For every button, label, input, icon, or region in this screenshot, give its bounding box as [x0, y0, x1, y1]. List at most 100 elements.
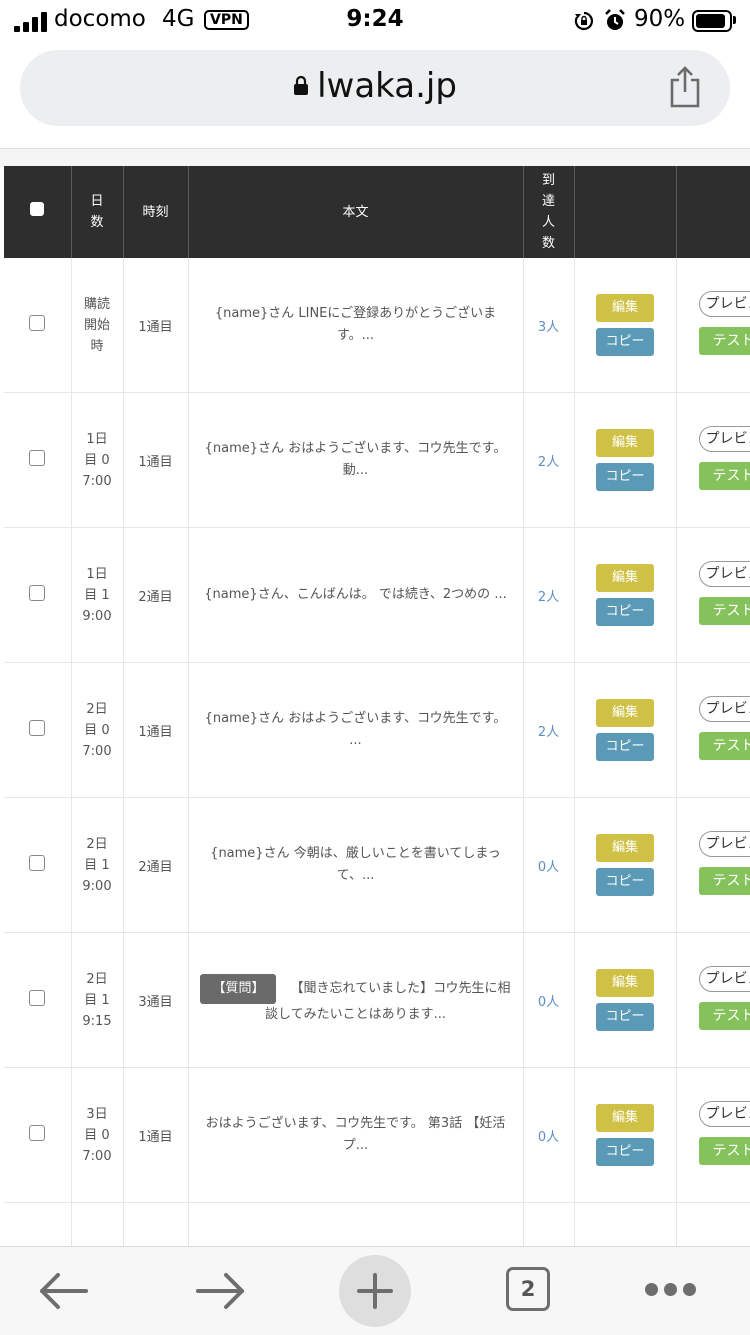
row-checkbox[interactable]: [29, 450, 45, 466]
copy-button[interactable]: コピー: [596, 733, 654, 761]
edit-button[interactable]: 編集: [596, 294, 654, 322]
row-select-cell[interactable]: [4, 663, 71, 798]
row-select-cell[interactable]: [4, 393, 71, 528]
row-checkbox[interactable]: [29, 855, 45, 871]
actions-cell-2: プレビューテスト: [676, 258, 750, 393]
test-button[interactable]: テスト: [699, 1002, 750, 1030]
question-tag: 【質問】: [200, 974, 276, 1004]
test-button[interactable]: テスト: [699, 597, 750, 625]
copy-button[interactable]: コピー: [596, 328, 654, 356]
edit-button[interactable]: 編集: [596, 969, 654, 997]
time-cell: 1通目: [123, 393, 188, 528]
table-row: 2日目 1 9:00 2通目 {name}さん 今朝は、厳しいことを書いてしまっ…: [4, 798, 750, 933]
preview-button[interactable]: プレビュー: [699, 696, 750, 722]
body-preview[interactable]: 【質問】【聞き忘れていました】コウ先生に相談してみたいことはあります...: [189, 974, 523, 1026]
reach-count[interactable]: 0人: [538, 1130, 559, 1145]
back-arrow-icon[interactable]: [36, 1269, 90, 1313]
actions-cell: 編集コピー: [574, 258, 676, 393]
day-cell: 2日目 1 9:00: [71, 798, 123, 933]
forward-arrow-icon[interactable]: [194, 1269, 248, 1313]
test-button[interactable]: テスト: [699, 327, 750, 355]
reach-count[interactable]: 0人: [538, 995, 559, 1010]
row-checkbox[interactable]: [29, 720, 45, 736]
reach-cell[interactable]: 0人: [523, 933, 574, 1068]
table-row: 2日目 0 7:00 1通目 {name}さん おはようございます、コウ先生です…: [4, 663, 750, 798]
edit-button[interactable]: 編集: [596, 834, 654, 862]
test-button[interactable]: テスト: [699, 462, 750, 490]
row-checkbox[interactable]: [29, 315, 45, 331]
reach-count[interactable]: 2人: [538, 725, 559, 740]
body-preview[interactable]: {name}さん 今朝は、厳しいことを書いてしまって、...: [189, 843, 523, 887]
header-actions-2: [676, 166, 750, 258]
body-cell[interactable]: おはようございます、コウ先生です。 第3話 【妊活プ...: [188, 1068, 523, 1203]
body-cell[interactable]: {name}さん、こんばんは。 では続き、2つめの ...: [188, 528, 523, 663]
reach-cell[interactable]: 2人: [523, 528, 574, 663]
test-button[interactable]: テスト: [699, 867, 750, 895]
body-preview[interactable]: {name}さん おはようございます、コウ先生です。 ...: [189, 708, 523, 752]
copy-button[interactable]: コピー: [596, 1138, 654, 1166]
body-cell[interactable]: {name}さん LINEにご登録ありがとうございます。...: [188, 258, 523, 393]
day-cell: 2日目 0 7:00: [71, 663, 123, 798]
reach-count[interactable]: 2人: [538, 590, 559, 605]
row-checkbox[interactable]: [29, 1125, 45, 1141]
body-preview[interactable]: {name}さん、こんばんは。 では続き、2つめの ...: [189, 584, 523, 606]
browser-toolbar: 2: [0, 1246, 750, 1335]
body-preview[interactable]: おはようございます、コウ先生です。 第3話 【妊活プ...: [189, 1113, 523, 1157]
row-select-cell[interactable]: [4, 933, 71, 1068]
copy-button[interactable]: コピー: [596, 1003, 654, 1031]
more-icon[interactable]: [645, 1283, 697, 1297]
row-select-cell[interactable]: [4, 1068, 71, 1203]
body-cell[interactable]: {name}さん おはようございます、コウ先生です。 動...: [188, 393, 523, 528]
copy-button[interactable]: コピー: [596, 463, 654, 491]
row-select-cell[interactable]: [4, 528, 71, 663]
test-button[interactable]: テスト: [699, 732, 750, 760]
body-cell[interactable]: {name}さん 今朝は、厳しいことを書いてしまって、...: [188, 798, 523, 933]
body-cell[interactable]: 【質問】【聞き忘れていました】コウ先生に相談してみたいことはあります...: [188, 933, 523, 1068]
preview-button[interactable]: プレビュー: [699, 1101, 750, 1127]
row-checkbox[interactable]: [29, 585, 45, 601]
actions-cell: 編集コピー: [574, 528, 676, 663]
preview-button[interactable]: プレビュー: [699, 291, 750, 317]
row-select-cell[interactable]: [4, 798, 71, 933]
preview-button[interactable]: プレビュー: [699, 966, 750, 992]
address-bar[interactable]: lwaka.jp: [20, 50, 730, 126]
actions-cell-2: プレビューテスト: [676, 798, 750, 933]
edit-button[interactable]: 編集: [596, 699, 654, 727]
body-preview[interactable]: {name}さん おはようございます、コウ先生です。 動...: [189, 438, 523, 482]
new-tab-button[interactable]: [339, 1255, 411, 1327]
url-display[interactable]: lwaka.jp: [20, 66, 730, 106]
actions-cell-2: プレビューテスト: [676, 933, 750, 1068]
body-preview[interactable]: {name}さん LINEにご登録ありがとうございます。...: [189, 303, 523, 347]
reach-count[interactable]: 2人: [538, 455, 559, 470]
share-icon[interactable]: [668, 66, 702, 108]
lock-icon: [293, 75, 309, 95]
select-all-checkbox[interactable]: [30, 202, 44, 216]
reach-cell[interactable]: 2人: [523, 663, 574, 798]
preview-button[interactable]: プレビュー: [699, 831, 750, 857]
tab-switcher-button[interactable]: 2: [506, 1267, 550, 1311]
reach-cell[interactable]: 0人: [523, 798, 574, 933]
edit-button[interactable]: 編集: [596, 429, 654, 457]
header-select-all[interactable]: [4, 166, 71, 258]
test-button[interactable]: テスト: [699, 1137, 750, 1165]
table-row: 2日目 1 9:15 3通目 【質問】【聞き忘れていました】コウ先生に相談してみ…: [4, 933, 750, 1068]
alarm-icon: [604, 9, 626, 32]
copy-button[interactable]: コピー: [596, 868, 654, 896]
preview-button[interactable]: プレビュー: [699, 426, 750, 452]
battery-tip: [733, 16, 736, 24]
reach-cell[interactable]: 2人: [523, 393, 574, 528]
copy-button[interactable]: コピー: [596, 598, 654, 626]
row-checkbox[interactable]: [29, 990, 45, 1006]
reach-cell[interactable]: 0人: [523, 1068, 574, 1203]
table-header-row: 日数 時刻 本文 到達人数: [4, 166, 750, 258]
preview-button[interactable]: プレビュー: [699, 561, 750, 587]
partial-cell: [4, 1203, 71, 1247]
plus-icon: [357, 1273, 393, 1309]
reach-count[interactable]: 0人: [538, 860, 559, 875]
edit-button[interactable]: 編集: [596, 1104, 654, 1132]
row-select-cell[interactable]: [4, 258, 71, 393]
edit-button[interactable]: 編集: [596, 564, 654, 592]
reach-cell[interactable]: 3人: [523, 258, 574, 393]
reach-count[interactable]: 3人: [538, 320, 559, 335]
body-cell[interactable]: {name}さん おはようございます、コウ先生です。 ...: [188, 663, 523, 798]
